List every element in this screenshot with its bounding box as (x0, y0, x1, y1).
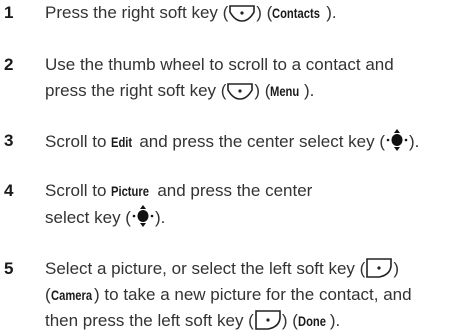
ui-label-edit: Edit (111, 134, 133, 150)
ui-label-contacts: Contacts (272, 5, 321, 21)
step-number: 3 (4, 131, 14, 150)
step-text: Scroll to Edit and press the center sele… (45, 128, 461, 155)
step-number: 1 (4, 3, 14, 22)
left-soft-key-icon (255, 309, 281, 331)
ui-label-picture: Picture (111, 183, 150, 199)
center-select-key-icon (132, 204, 154, 228)
step-text: Scroll to Picture and press the center s… (45, 178, 461, 231)
step-number: 4 (4, 181, 14, 200)
center-select-key-icon (386, 128, 408, 152)
right-soft-key-icon (229, 1, 256, 23)
step-text: Select a picture, or select the left sof… (45, 256, 461, 334)
left-soft-key-icon (366, 257, 393, 279)
ui-label-menu: Menu (270, 83, 300, 99)
step-text: Press the right soft key () (Contacts). (45, 0, 461, 26)
step-text: Use the thumb wheel to scroll to a conta… (45, 52, 461, 112)
step-number: 5 (4, 259, 14, 278)
ui-label-done: Done (297, 313, 326, 329)
right-soft-key-icon (227, 79, 254, 101)
step-number: 2 (4, 55, 14, 74)
ui-label-camera: Camera (50, 287, 92, 303)
